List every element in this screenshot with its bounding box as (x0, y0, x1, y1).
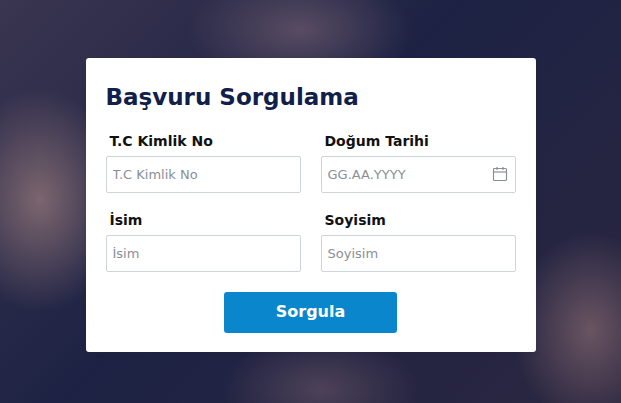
field-box (321, 235, 516, 272)
field-label: T.C Kimlik No (106, 132, 301, 150)
background-photo: Başvuru Sorgulama T.C Kimlik No Doğum Tari… (0, 0, 621, 403)
field-label: Doğum Tarihi (321, 132, 516, 150)
field-grid: T.C Kimlik No Doğum Tarihi İsim Soyisim (106, 132, 516, 272)
field-label: Soyisim (321, 211, 516, 229)
query-form: Başvuru Sorgulama T.C Kimlik No Doğum Tari… (86, 58, 536, 352)
date-input[interactable] (321, 156, 516, 193)
field-box (321, 156, 516, 193)
calendar-icon[interactable] (492, 166, 508, 182)
form-field: Soyisim (321, 211, 516, 272)
form-field: Doğum Tarihi (321, 132, 516, 193)
field-label: İsim (106, 211, 301, 229)
text-input[interactable] (321, 235, 516, 272)
text-input[interactable] (106, 235, 301, 272)
field-box (106, 156, 301, 193)
field-box (106, 235, 301, 272)
form-field: İsim (106, 211, 301, 272)
form-field: T.C Kimlik No (106, 132, 301, 193)
query-button[interactable]: Sorgula (224, 292, 397, 333)
form-title: Başvuru Sorgulama (106, 84, 516, 112)
button-row: Sorgula (106, 272, 516, 333)
text-input[interactable] (106, 156, 301, 193)
